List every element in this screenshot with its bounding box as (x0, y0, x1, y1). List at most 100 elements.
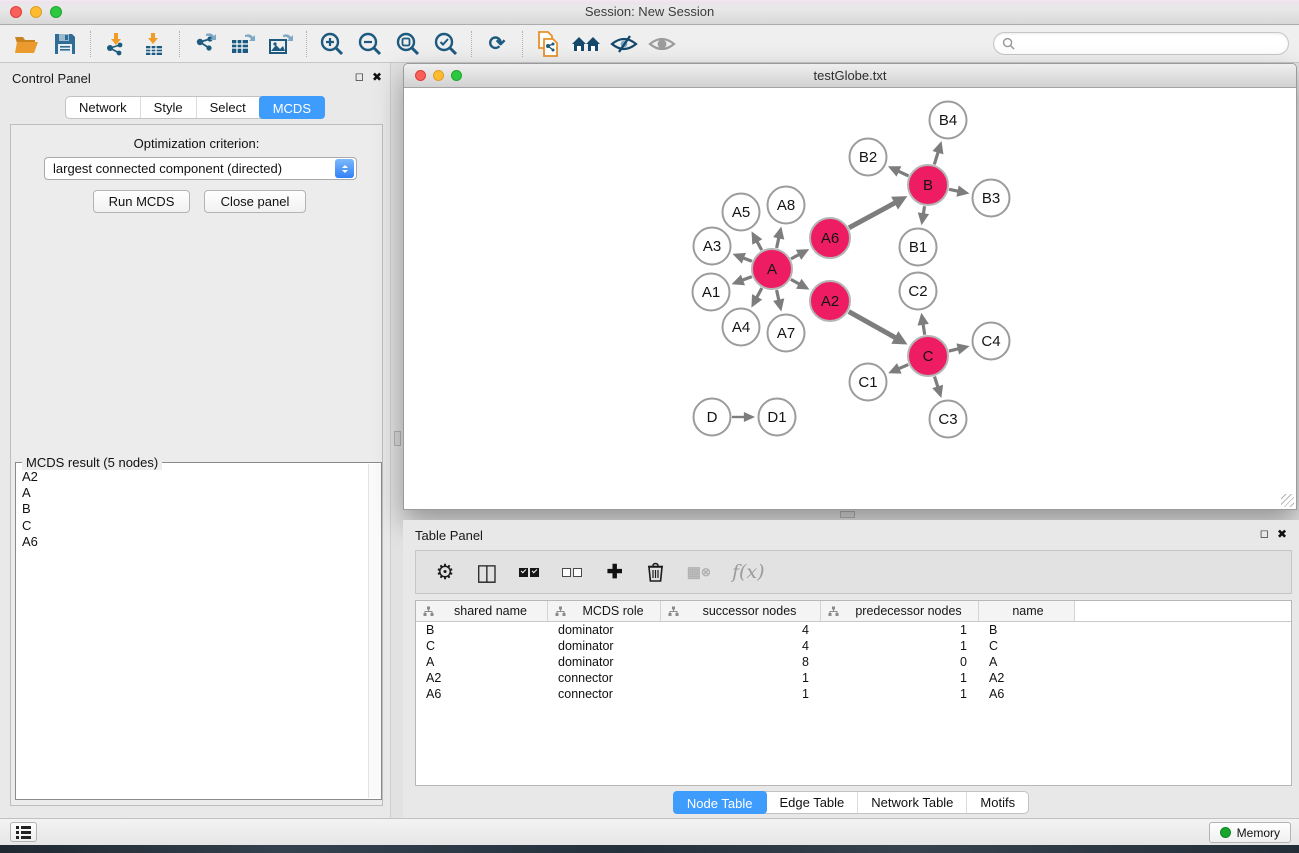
table-row[interactable]: A2connector11A2 (416, 670, 1291, 686)
table-cell[interactable]: A6 (979, 686, 1075, 702)
graph-edge[interactable] (849, 203, 896, 228)
table-row[interactable]: Cdominator41C (416, 638, 1291, 654)
column-header-shared-name[interactable]: shared name (416, 601, 548, 621)
vertical-splitter-handle[interactable] (394, 431, 401, 446)
export-image-button[interactable] (262, 28, 300, 60)
table-cell[interactable]: 1 (821, 638, 979, 654)
task-history-button[interactable] (10, 822, 37, 842)
add-column-button[interactable]: ✚ (605, 561, 625, 584)
memory-button[interactable]: Memory (1209, 822, 1291, 843)
graph-edge[interactable] (898, 171, 908, 176)
export-network-button[interactable] (186, 28, 224, 60)
table-cell[interactable]: 1 (661, 686, 821, 702)
home-view-button[interactable] (567, 28, 605, 60)
delete-column-button[interactable] (646, 562, 666, 582)
table-cell[interactable]: 4 (661, 638, 821, 654)
close-panel-icon[interactable]: ✖ (372, 70, 382, 84)
graph-edge[interactable] (743, 258, 752, 261)
delete-table-button[interactable]: ▦⊗ (687, 563, 711, 581)
deselect-all-columns-button[interactable] (562, 568, 584, 577)
zoom-selected-button[interactable] (427, 28, 465, 60)
network-window-titlebar[interactable]: testGlobe.txt (404, 64, 1296, 88)
tab-edge-table[interactable]: Edge Table (766, 792, 858, 813)
open-session-button[interactable] (8, 28, 46, 60)
mcds-result-item[interactable]: A2 (22, 469, 381, 485)
hide-details-button[interactable] (605, 28, 643, 60)
graph-edge[interactable] (742, 277, 752, 281)
table-cell[interactable]: dominator (548, 622, 661, 638)
export-table-button[interactable] (224, 28, 262, 60)
optimization-criterion-select[interactable]: largest connected component (directed) (44, 157, 357, 180)
table-cell[interactable]: C (979, 638, 1075, 654)
tab-node-table[interactable]: Node Table (673, 791, 768, 814)
table-cell[interactable]: 1 (821, 686, 979, 702)
network-graph[interactable]: B4B2BB3A8A5A6A3B1AA1C2A2A4A7C4CC1C3DD1 (404, 88, 1296, 509)
column-header-MCDS-role[interactable]: MCDS role (548, 601, 661, 621)
graph-edge[interactable] (949, 189, 958, 191)
network-canvas[interactable]: B4B2BB3A8A5A6A3B1AA1C2A2A4A7C4CC1C3DD1 (404, 88, 1296, 509)
zoom-out-button[interactable] (351, 28, 389, 60)
result-scrollbar[interactable] (368, 464, 381, 798)
tab-mcds[interactable]: MCDS (259, 96, 325, 119)
table-cell[interactable]: connector (548, 670, 661, 686)
zoom-in-button[interactable] (313, 28, 351, 60)
table-row[interactable]: Bdominator41B (416, 622, 1291, 638)
close-panel-icon[interactable]: ✖ (1277, 527, 1287, 541)
table-row[interactable]: A6connector11A6 (416, 686, 1291, 702)
mcds-result-item[interactable]: B (22, 501, 381, 517)
tab-style[interactable]: Style (141, 97, 197, 118)
select-all-columns-button[interactable] (519, 568, 541, 577)
float-panel-icon[interactable]: ◻ (355, 70, 364, 84)
tab-select[interactable]: Select (197, 97, 260, 118)
graph-edge[interactable] (923, 324, 925, 335)
search-field[interactable] (993, 32, 1289, 55)
copy-network-button[interactable] (529, 28, 567, 60)
graph-edge[interactable] (934, 152, 938, 165)
mcds-result-item[interactable]: C (22, 518, 381, 534)
graph-edge[interactable] (757, 288, 762, 298)
horizontal-splitter-handle[interactable] (840, 511, 855, 518)
graph-edge[interactable] (849, 312, 896, 338)
table-cell[interactable]: 1 (821, 670, 979, 686)
graph-edge[interactable] (935, 376, 938, 387)
show-graphics-button[interactable] (643, 28, 681, 60)
table-cell[interactable]: 4 (661, 622, 821, 638)
table-cell[interactable]: A (416, 654, 548, 670)
import-table-button[interactable] (135, 28, 173, 60)
table-settings-button[interactable]: ⚙ (435, 560, 455, 585)
table-cell[interactable]: A6 (416, 686, 548, 702)
table-cell[interactable]: 0 (821, 654, 979, 670)
import-network-button[interactable] (97, 28, 135, 60)
tab-network-table[interactable]: Network Table (858, 792, 967, 813)
search-input[interactable] (1015, 33, 1288, 54)
run-mcds-button[interactable]: Run MCDS (93, 190, 190, 213)
table-cell[interactable]: A (979, 654, 1075, 670)
graph-edge[interactable] (791, 279, 800, 284)
table-cell[interactable]: A2 (416, 670, 548, 686)
function-builder-button[interactable]: f(x) (732, 561, 765, 583)
column-header-name[interactable]: name (979, 601, 1075, 621)
tab-motifs[interactable]: Motifs (967, 792, 1028, 813)
table-cell[interactable]: 1 (821, 622, 979, 638)
table-cell[interactable]: 1 (661, 670, 821, 686)
graph-edge[interactable] (777, 290, 779, 301)
column-header-predecessor-nodes[interactable]: predecessor nodes (821, 601, 979, 621)
mcds-result-item[interactable]: A6 (22, 534, 381, 550)
graph-edge[interactable] (949, 349, 959, 351)
tab-network[interactable]: Network (66, 97, 141, 118)
save-session-button[interactable] (46, 28, 84, 60)
table-cell[interactable]: dominator (548, 638, 661, 654)
refresh-button[interactable]: ⟳ (478, 28, 516, 60)
graph-edge[interactable] (791, 254, 799, 259)
table-cell[interactable]: B (416, 622, 548, 638)
close-panel-button[interactable]: Close panel (204, 190, 306, 213)
table-cell[interactable]: 8 (661, 654, 821, 670)
float-panel-icon[interactable]: ◻ (1260, 527, 1269, 541)
table-cell[interactable]: C (416, 638, 548, 654)
column-view-button[interactable]: ◫ (476, 559, 498, 586)
resize-grip-icon[interactable] (1281, 494, 1294, 507)
column-header-successor-nodes[interactable]: successor nodes (661, 601, 821, 621)
graph-edge[interactable] (757, 241, 762, 250)
graph-edge[interactable] (898, 365, 908, 369)
table-cell[interactable]: dominator (548, 654, 661, 670)
